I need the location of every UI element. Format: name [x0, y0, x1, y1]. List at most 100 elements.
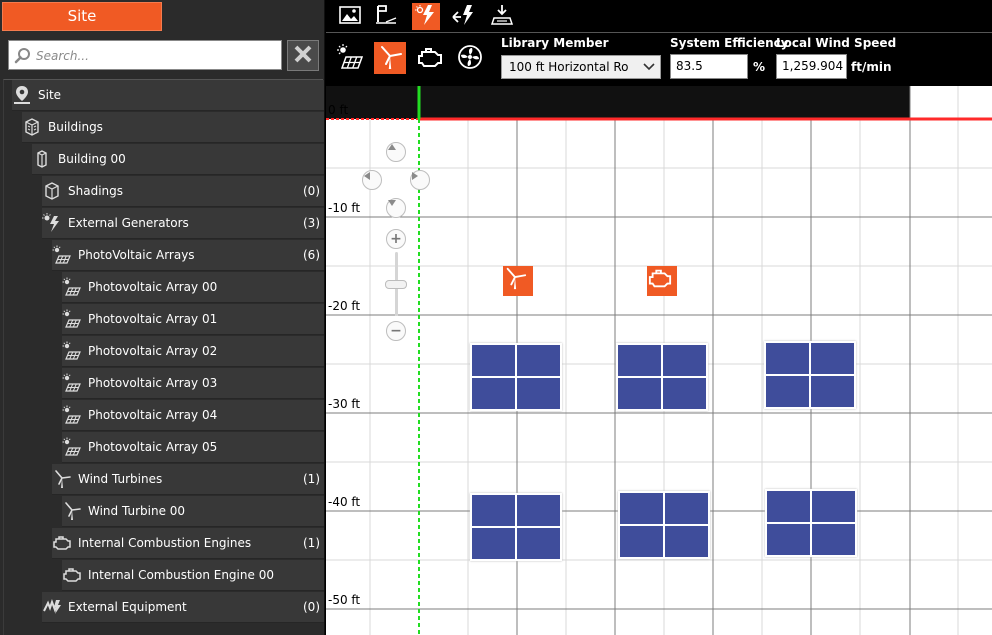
engine-icon	[416, 44, 444, 73]
solar-panel-icon	[62, 277, 82, 297]
solar-panel-type-button[interactable]	[334, 42, 366, 74]
tree-item-count: (0)	[303, 184, 320, 198]
wind-turbine-icon	[62, 501, 82, 521]
tree-item-count: (1)	[303, 536, 320, 550]
depth-label: -10 ft	[328, 201, 361, 215]
tree-item-building-00[interactable]: Building 00	[32, 144, 324, 175]
building-icon	[22, 117, 42, 137]
solar-panel-icon	[62, 405, 82, 425]
tree-item-label: Internal Combustion Engines	[78, 536, 252, 550]
tree-item-buildings[interactable]: Buildings	[22, 112, 324, 143]
wind-turbine-type-button[interactable]	[374, 42, 406, 74]
generators-icon	[415, 4, 437, 29]
tree-item-label: PhotoVoltaic Arrays	[78, 248, 195, 262]
tree-item-label: Wind Turbine 00	[88, 504, 186, 518]
generators-tool-button[interactable]	[412, 3, 440, 30]
pan-left-button[interactable]	[362, 170, 382, 190]
solar-panel-icon	[62, 341, 82, 361]
survey-icon	[374, 4, 398, 29]
equipment-tool-button[interactable]	[450, 3, 478, 30]
tree-item-label: Wind Turbines	[78, 472, 163, 486]
tree-item-ic-engines[interactable]: Internal Combustion Engines (1)	[52, 528, 324, 559]
solar-panel-icon	[62, 373, 82, 393]
fan-icon	[457, 44, 483, 73]
landscape-icon	[339, 5, 361, 28]
site-canvas[interactable]: 0 ft -10 ft -20 ft -30 ft -40 ft -50 ft …	[326, 86, 992, 635]
site-tree-panel: Site Site Buildings Building 00 Shad	[0, 0, 325, 635]
tree-item-label: Photovoltaic Array 04	[88, 408, 218, 422]
zoom-slider-thumb[interactable]	[385, 280, 407, 289]
tree-item-pv-array-02[interactable]: Photovoltaic Array 02	[62, 336, 324, 367]
tree-item-pv-array-04[interactable]: Photovoltaic Array 04	[62, 400, 324, 431]
tree-item-site[interactable]: Site	[12, 80, 324, 111]
clear-search-button[interactable]	[287, 40, 319, 71]
library-member-select[interactable]: 100 ft Horizontal Ro	[501, 55, 661, 79]
tree-item-label: Photovoltaic Array 01	[88, 312, 218, 326]
equipment-icon	[42, 597, 62, 617]
solar-panel-icon	[62, 309, 82, 329]
pan-up-button[interactable]	[386, 142, 406, 162]
solar-panel-icon	[337, 43, 364, 73]
pv-array-object[interactable]	[764, 341, 856, 409]
tree-item-shadings[interactable]: Shadings (0)	[42, 176, 324, 207]
solar-panel-icon	[62, 437, 82, 457]
survey-tool-button[interactable]	[372, 3, 400, 30]
tree-item-label: Buildings	[48, 120, 103, 134]
building-icon	[32, 149, 52, 169]
depth-label: -50 ft	[328, 593, 361, 607]
solar-panel-icon	[52, 245, 72, 265]
engine-object[interactable]	[647, 266, 677, 296]
tree-item-ic-engine-00[interactable]: Internal Combustion Engine 00	[62, 560, 324, 591]
pv-array-object[interactable]	[470, 343, 562, 411]
sky-band	[326, 86, 910, 119]
pan-down-button[interactable]	[386, 198, 406, 218]
pv-array-object[interactable]	[765, 489, 857, 557]
pan-right-button[interactable]	[410, 170, 430, 190]
generator-properties-bar: Library Member 100 ft Horizontal Ro Syst…	[326, 33, 992, 86]
tree-item-label: Photovoltaic Array 05	[88, 440, 218, 454]
engine-type-button[interactable]	[414, 42, 446, 74]
chevron-down-icon	[638, 56, 660, 78]
tree-item-pv-array-03[interactable]: Photovoltaic Array 03	[62, 368, 324, 399]
tree-item-wind-turbines[interactable]: Wind Turbines (1)	[52, 464, 324, 495]
tree-item-label: Internal Combustion Engine 00	[88, 568, 274, 582]
main-toolbar	[326, 0, 992, 33]
tree-item-label: External Equipment	[68, 600, 187, 614]
tree-item-wind-turbine-00[interactable]: Wind Turbine 00	[62, 496, 324, 527]
zoom-in-button[interactable]: +	[386, 229, 406, 249]
tree-item-label: Photovoltaic Array 02	[88, 344, 218, 358]
fan-type-button[interactable]	[454, 42, 486, 74]
search-icon	[14, 47, 32, 65]
tree-item-pv-array-05[interactable]: Photovoltaic Array 05	[62, 432, 324, 463]
site-icon	[490, 4, 514, 29]
wind-speed-field[interactable]: 1,259.904	[776, 54, 847, 79]
tree-item-count: (1)	[303, 472, 320, 486]
site-tool-button[interactable]	[488, 3, 516, 30]
search-box[interactable]	[8, 40, 282, 70]
pv-array-object[interactable]	[618, 491, 710, 559]
depth-label: -30 ft	[328, 397, 361, 411]
tree-item-count: (0)	[303, 600, 320, 614]
wind-turbine-object[interactable]	[503, 266, 533, 296]
site-tab[interactable]: Site	[2, 2, 162, 31]
tree-item-label: Shadings	[68, 184, 124, 198]
tree-item-label: External Generators	[68, 216, 189, 230]
landscape-tool-button[interactable]	[336, 3, 364, 30]
shading-icon	[42, 181, 62, 201]
system-efficiency-field[interactable]: 83.5	[670, 54, 748, 79]
tree-item-count: (3)	[303, 216, 320, 230]
pv-array-object[interactable]	[470, 493, 562, 561]
zoom-out-button[interactable]: −	[386, 321, 406, 341]
tree-item-pv-array-01[interactable]: Photovoltaic Array 01	[62, 304, 324, 335]
system-efficiency-unit: %	[753, 60, 766, 74]
search-input[interactable]	[36, 45, 276, 66]
tree-item-photovoltaic-arrays[interactable]: PhotoVoltaic Arrays (6)	[52, 240, 324, 271]
pv-array-object[interactable]	[616, 343, 708, 411]
engine-icon	[62, 565, 82, 585]
tree-item-external-equipment[interactable]: External Equipment (0)	[42, 592, 324, 623]
library-member-value: 100 ft Horizontal Ro	[509, 60, 629, 74]
tree-item-pv-array-00[interactable]: Photovoltaic Array 00	[62, 272, 324, 303]
tree-item-label: Building 00	[58, 152, 126, 166]
tree-item-label: Photovoltaic Array 00	[88, 280, 218, 294]
tree-item-external-generators[interactable]: External Generators (3)	[42, 208, 324, 239]
